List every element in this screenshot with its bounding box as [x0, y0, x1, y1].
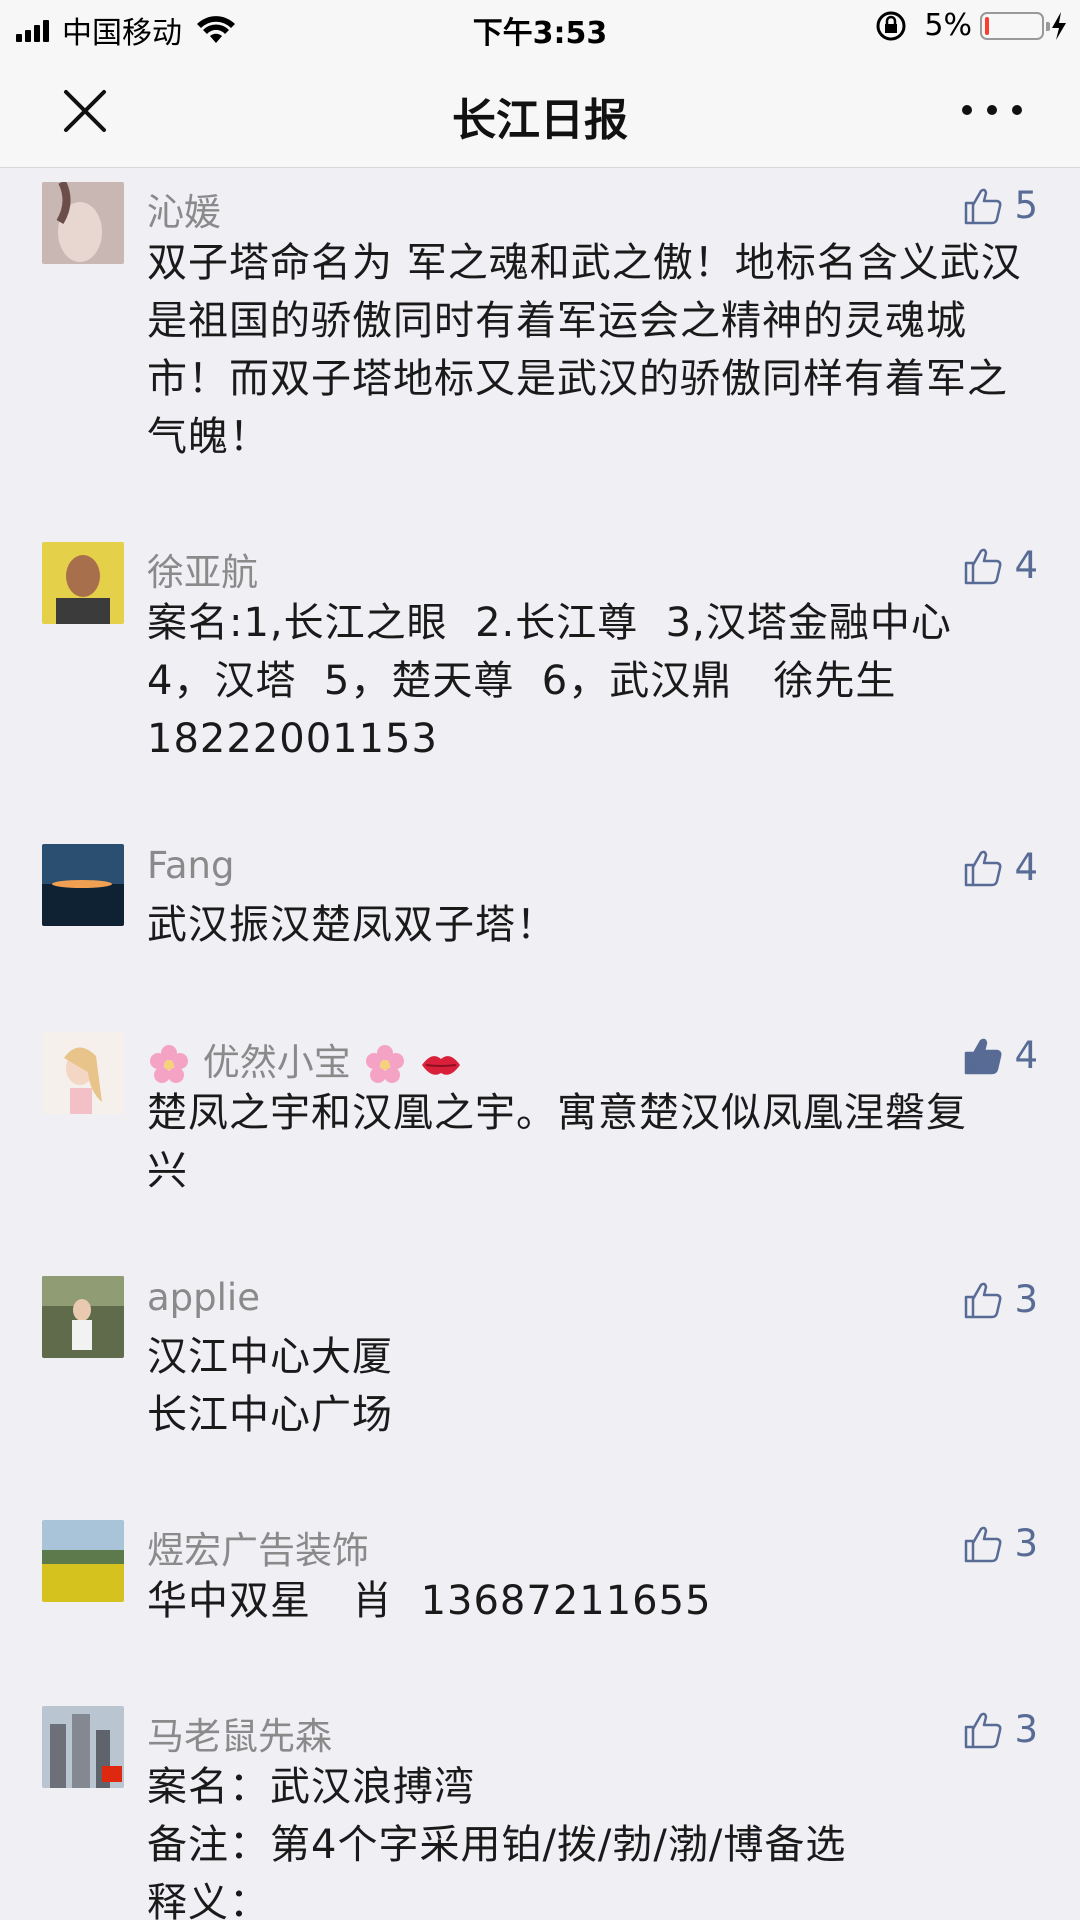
status-bar: 中国移动 下午3:53 5% [0, 0, 1080, 54]
comment-text: 楚凤之宇和汉凰之宇。寓意楚汉似凤凰涅磐复 兴 [147, 1090, 967, 1194]
comment-author: applie [147, 1276, 260, 1319]
thumbs-up-icon [965, 1282, 1002, 1318]
avatar[interactable] [42, 1032, 124, 1114]
like-count: 4 [1014, 846, 1038, 889]
battery-icon [980, 11, 1050, 40]
like-button[interactable]: 5 [962, 184, 1038, 227]
like-count: 3 [1014, 1522, 1038, 1565]
comment-list: 沁媛 5 双子塔命名为 军之魂和武之傲！地标名含义武汉是祖国的骄傲同时有着军运会… [0, 168, 1080, 1920]
like-count: 4 [1014, 1034, 1038, 1077]
comment-author: 沁媛 [147, 191, 221, 234]
comment-author: 优然小宝 [147, 1032, 464, 1087]
avatar[interactable] [42, 1276, 124, 1358]
like-count: 3 [1014, 1278, 1038, 1321]
thumbs-up-icon [965, 1712, 1002, 1748]
comment-author: Fang [147, 844, 235, 887]
like-button[interactable]: 3 [962, 1522, 1038, 1565]
avatar[interactable] [42, 1706, 124, 1788]
thumbs-up-icon [965, 188, 1002, 224]
page-title: 长江日报 [452, 95, 628, 146]
avatar[interactable] [42, 542, 124, 624]
rotation-lock-icon [876, 11, 906, 40]
more-icon[interactable] [962, 98, 1022, 122]
blossom-icon [365, 1044, 404, 1083]
thumbs-up-icon [965, 1526, 1002, 1562]
avatar[interactable] [42, 1520, 124, 1602]
like-count: 4 [1014, 544, 1038, 587]
kiss-mark-icon [422, 1055, 461, 1075]
thumbs-up-filled-icon [965, 1038, 1002, 1074]
like-count: 5 [1014, 184, 1038, 227]
comment-author: 煜宏广告装饰 [147, 1529, 369, 1572]
comment-text: 汉江中心大厦 长江中心广场 [147, 1334, 393, 1438]
comment-text: 双子塔命名为 军之魂和武之傲！地标名含义武汉是祖国的骄傲同时有着军运会之精神的灵… [147, 240, 1022, 460]
comment-author: 马老鼠先森 [147, 1715, 332, 1758]
nav-bar: 长江日报 [0, 54, 1080, 168]
battery-percent: 5% [924, 8, 972, 43]
comment-text: 华中双星 肖 13687211655 [147, 1578, 712, 1624]
comment-text: 武汉振汉楚凤双子塔！ [147, 902, 557, 948]
charging-icon [1052, 11, 1066, 40]
thumbs-up-icon [965, 548, 1002, 584]
like-button[interactable]: 4 [962, 846, 1038, 889]
status-right: 5% [874, 8, 1068, 43]
like-button[interactable]: 3 [962, 1708, 1038, 1751]
like-button[interactable]: 3 [962, 1278, 1038, 1321]
comment-text: 案名：武汉浪搏湾 备注：第4个字采用铂/拨/勃/渤/博备选 释义： [147, 1764, 847, 1920]
like-button[interactable]: 4 [962, 1034, 1038, 1077]
avatar[interactable] [42, 182, 124, 264]
avatar[interactable] [42, 844, 124, 926]
like-count: 3 [1014, 1708, 1038, 1751]
comment-author: 徐亚航 [147, 551, 258, 594]
like-button[interactable]: 4 [962, 544, 1038, 587]
comment-text: 案名:1,长江之眼 2.长江尊 3,汉塔金融中心 4，汉塔 5，楚天尊 6，武汉… [147, 600, 952, 762]
thumbs-up-icon [965, 850, 1002, 886]
blossom-icon [150, 1044, 188, 1083]
